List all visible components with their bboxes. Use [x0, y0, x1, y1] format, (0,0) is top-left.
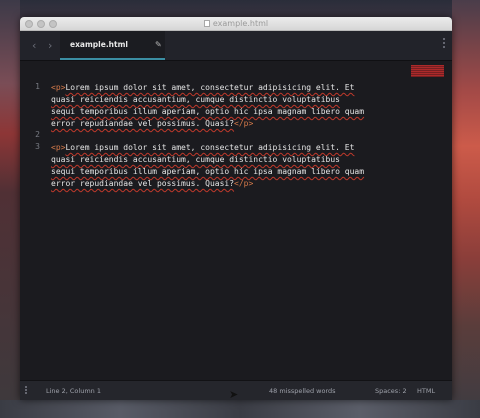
close-tag: </p>	[234, 179, 254, 188]
more-options-icon[interactable]	[443, 38, 446, 48]
line-text: sequi temporibus illum aperiam, optio hi…	[51, 107, 365, 116]
code-line: <p>Lorem ipsum dolor sit amet, consectet…	[51, 142, 354, 154]
desktop-background-right	[452, 0, 480, 418]
tab-example-html[interactable]: example.html ✎	[60, 31, 165, 60]
desktop-background-left	[0, 0, 20, 418]
document-icon	[203, 20, 210, 27]
line-number: 1	[35, 82, 40, 91]
tab-bar: ‹ › example.html ✎	[20, 31, 452, 61]
code-editor[interactable]: 1 2 3 <p>Lorem ipsum dolor sit amet, con…	[20, 61, 452, 381]
code-line: quasi reiciendis accusantium, cumque dis…	[51, 94, 340, 106]
code-line: error repudiandae vel possimus. Quasi?</…	[51, 118, 253, 130]
desktop-background-bottom	[0, 400, 480, 418]
line-number-gutter: 1 2 3	[20, 61, 46, 381]
mouse-pointer-icon: ➤	[229, 388, 239, 401]
line-number: 3	[35, 142, 40, 151]
minimap[interactable]	[411, 65, 444, 77]
code-line: error repudiandae vel possimus. Quasi?</…	[51, 178, 253, 190]
forward-arrow-icon[interactable]: ›	[48, 40, 52, 51]
open-tag: <p>	[51, 83, 66, 92]
pencil-icon[interactable]: ✎	[155, 40, 162, 49]
line-text: Lorem ipsum dolor sit amet, consectetur …	[65, 143, 355, 152]
line-text: error repudiandae vel possimus. Quasi?	[51, 119, 235, 128]
indentation-setting[interactable]: Spaces: 2	[375, 387, 407, 395]
back-arrow-icon[interactable]: ‹	[32, 40, 36, 51]
syntax-selector[interactable]: HTML	[417, 387, 435, 395]
editor-window: example.html ‹ › example.html ✎ 1 2 3 <p…	[20, 17, 452, 400]
line-number: 2	[35, 130, 40, 139]
code-line: <p>Lorem ipsum dolor sit amet, consectet…	[51, 82, 354, 94]
line-text: Lorem ipsum dolor sit amet, consectetur …	[65, 83, 355, 92]
close-tag: </p>	[234, 119, 254, 128]
code-line: sequi temporibus illum aperiam, optio hi…	[51, 166, 364, 178]
line-text: quasi reiciendis accusantium, cumque dis…	[51, 155, 340, 164]
status-menu-icon[interactable]	[25, 386, 27, 394]
tab-label: example.html	[70, 40, 128, 49]
window-title: example.html	[212, 19, 269, 28]
line-text: quasi reiciendis accusantium, cumque dis…	[51, 95, 340, 104]
spelling-status[interactable]: 48 misspelled words	[269, 387, 336, 395]
line-text: error repudiandae vel possimus. Quasi?	[51, 179, 235, 188]
line-text: sequi temporibus illum aperiam, optio hi…	[51, 167, 365, 176]
code-line: sequi temporibus illum aperiam, optio hi…	[51, 106, 364, 118]
cursor-position[interactable]: Line 2, Column 1	[46, 387, 101, 395]
open-tag: <p>	[51, 143, 66, 152]
title-bar[interactable]: example.html	[20, 17, 452, 31]
code-line: quasi reiciendis accusantium, cumque dis…	[51, 154, 340, 166]
